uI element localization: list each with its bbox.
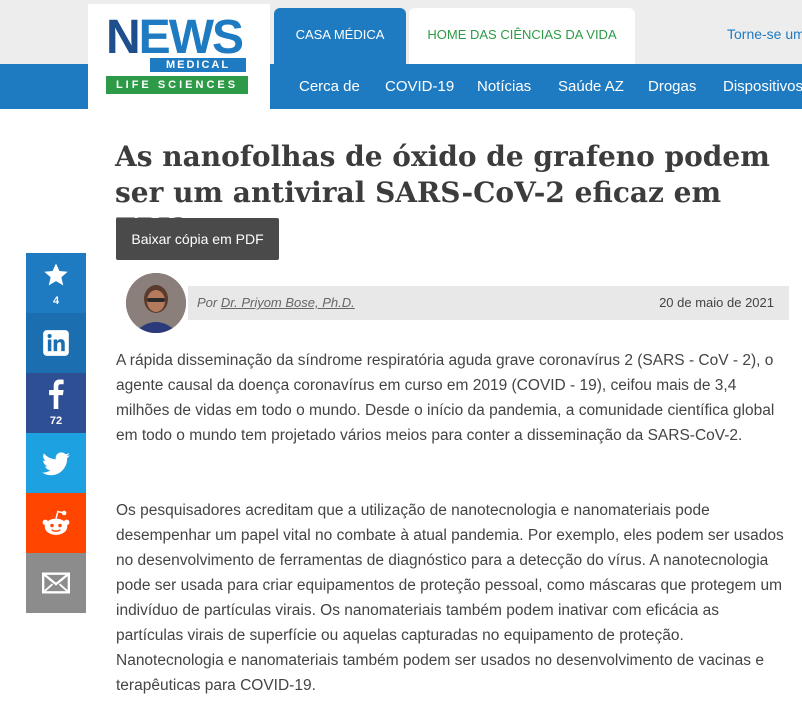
twitter-icon (42, 452, 70, 476)
publish-date: 20 de maio de 2021 (659, 295, 774, 310)
nav-item-noticias[interactable]: Notícias (477, 64, 531, 109)
reddit-icon (42, 510, 70, 535)
logo-wordmark: NEWS (106, 11, 244, 64)
favorite-count: 4 (52, 295, 60, 307)
facebook-share-button[interactable]: 72 (26, 373, 86, 433)
author-link[interactable]: Dr. Priyom Bose, Ph.D. (221, 295, 355, 310)
twitter-share-button[interactable] (26, 433, 86, 493)
article-paragraph: Os pesquisadores acreditam que a utiliza… (116, 502, 784, 694)
logo-medical-label: MEDICAL (150, 58, 246, 72)
tab-home-ciencias-vida[interactable]: HOME DAS CIÊNCIAS DA VIDA (409, 8, 635, 64)
nav-item-drogas[interactable]: Drogas (648, 64, 696, 109)
linkedin-share-button[interactable] (26, 313, 86, 373)
logo-life-sciences-label: LIFE SCIENCES (106, 76, 248, 94)
article-paragraph: A rápida disseminação da síndrome respir… (116, 352, 775, 444)
email-share-button[interactable] (26, 553, 86, 613)
favorite-share-button[interactable]: 4 (26, 253, 86, 313)
facebook-icon (49, 379, 64, 409)
byline-prefix: Por (197, 295, 218, 310)
download-pdf-button[interactable]: Baixar cópia em PDF (116, 218, 279, 260)
tab-casa-medica[interactable]: CASA MÉDICA (274, 8, 406, 64)
facebook-count: 72 (49, 415, 63, 427)
star-icon (44, 263, 68, 286)
author-avatar[interactable] (126, 273, 186, 333)
nav-item-cerca-de[interactable]: Cerca de (299, 64, 360, 109)
nav-item-covid-19[interactable]: COVID-19 (385, 64, 454, 109)
linkedin-icon (43, 330, 69, 356)
byline-author: Por Dr. Priyom Bose, Ph.D. (197, 295, 355, 310)
email-icon (42, 572, 70, 594)
reddit-share-button[interactable] (26, 493, 86, 553)
nav-item-dispositivos[interactable]: Dispositivos (723, 64, 802, 109)
nav-item-saude-az[interactable]: Saúde AZ (558, 64, 624, 109)
become-member-link[interactable]: Torne-se um (727, 26, 802, 42)
